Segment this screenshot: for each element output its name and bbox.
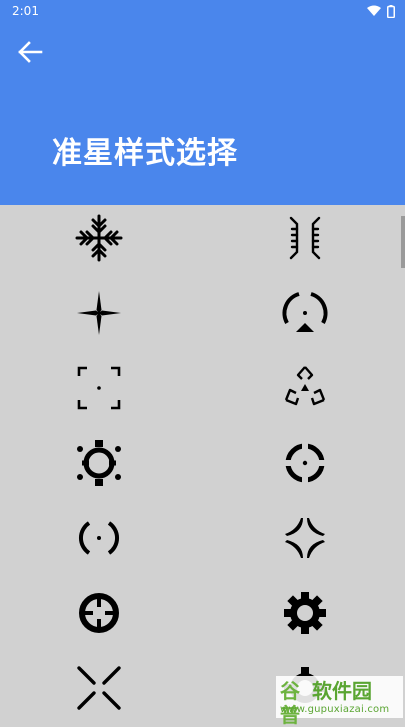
wifi-icon bbox=[367, 5, 381, 16]
scrollbar-thumb[interactable] bbox=[401, 216, 405, 268]
status-icons bbox=[367, 4, 395, 18]
app-bar: 准星样式选择 bbox=[0, 22, 405, 205]
crosshair-option-11[interactable] bbox=[69, 583, 129, 643]
arrow-left-icon bbox=[18, 41, 43, 63]
split-circle-dot-crosshair-icon bbox=[281, 439, 329, 487]
watermark-title: 软件园 bbox=[312, 679, 372, 703]
watermark-logo: 谷普 bbox=[280, 679, 300, 727]
crosshair-option-6[interactable] bbox=[275, 358, 335, 418]
crosshair-option-3[interactable] bbox=[69, 283, 129, 343]
broken-circle-dot-crosshair-icon bbox=[282, 292, 328, 332]
back-button[interactable] bbox=[12, 36, 48, 68]
corner-brackets-dot-crosshair-icon bbox=[77, 366, 121, 410]
status-time: 2:01 bbox=[12, 4, 39, 18]
crosshair-option-2[interactable] bbox=[275, 208, 335, 268]
battery-icon bbox=[387, 4, 395, 18]
watermark: 谷普 软件园 www.gupuxiazai.com bbox=[276, 676, 403, 727]
bold-ring-ticks-crosshair-icon bbox=[79, 593, 119, 633]
snowflake-crosshair-icon bbox=[75, 214, 123, 262]
x-cross-crosshair-icon bbox=[77, 666, 121, 710]
crosshair-option-5[interactable] bbox=[69, 358, 129, 418]
crosshair-option-10[interactable] bbox=[275, 508, 335, 568]
bracket-gate-crosshair-icon bbox=[289, 216, 321, 260]
watermark-url: www.gupuxiazai.com bbox=[280, 704, 390, 715]
ring-with-feet-crosshair-icon bbox=[77, 440, 121, 486]
crosshair-style-grid bbox=[0, 205, 405, 720]
triangle-chevron-crosshair-icon bbox=[284, 366, 326, 406]
crosshair-option-1[interactable] bbox=[69, 208, 129, 268]
four-arc-star-crosshair-icon bbox=[285, 518, 325, 558]
propeller-crosshair-icon bbox=[77, 291, 121, 335]
gear-crosshair-icon bbox=[284, 592, 326, 634]
crosshair-option-12[interactable] bbox=[275, 583, 335, 643]
parentheses-dot-crosshair-icon bbox=[79, 521, 119, 555]
crosshair-option-9[interactable] bbox=[69, 508, 129, 568]
page-title: 准星样式选择 bbox=[52, 136, 238, 171]
crosshair-option-8[interactable] bbox=[275, 433, 335, 493]
status-bar: 2:01 bbox=[0, 0, 405, 22]
crosshair-option-13[interactable] bbox=[69, 658, 129, 718]
crosshair-option-4[interactable] bbox=[275, 283, 335, 343]
crosshair-option-7[interactable] bbox=[69, 433, 129, 493]
